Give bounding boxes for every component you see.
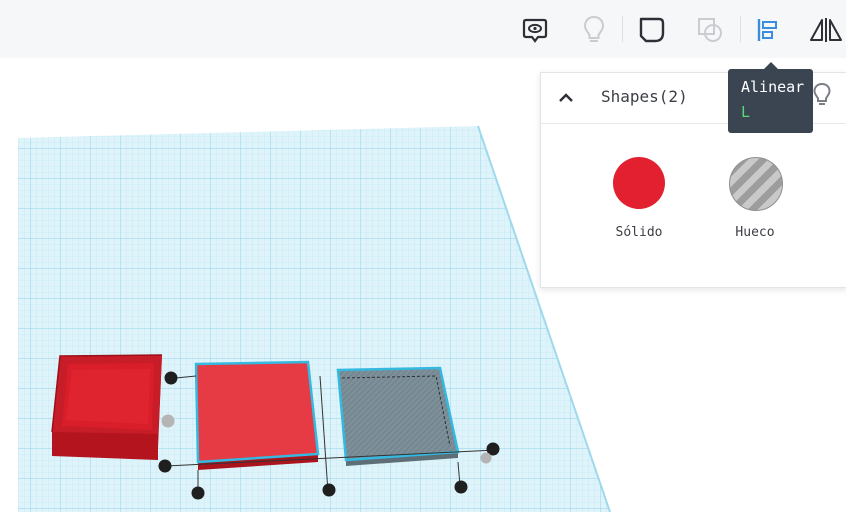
solid-swatch[interactable] — [613, 157, 665, 209]
mirror-icon — [810, 18, 842, 42]
align-tooltip: Alinear L — [728, 62, 813, 133]
panel-title: Shapes(2) — [601, 87, 688, 106]
resize-handle — [480, 452, 492, 464]
lightbulb-icon[interactable] — [811, 81, 833, 109]
group-button[interactable] — [632, 10, 672, 50]
align-button[interactable] — [748, 10, 788, 50]
ungroup-button[interactable] — [690, 10, 730, 50]
solid-box-shape[interactable] — [194, 360, 320, 470]
tooltip-shortcut: L — [741, 103, 751, 121]
resize-handle — [191, 486, 205, 500]
top-toolbar — [0, 0, 846, 59]
mirror-button[interactable] — [806, 10, 846, 50]
note-button[interactable] — [515, 10, 555, 50]
toolbar-divider — [740, 16, 741, 42]
hole-box-shape[interactable] — [336, 366, 460, 466]
solid-label: Sólido — [615, 225, 663, 240]
hole-swatch[interactable] — [729, 157, 783, 211]
chevron-up-icon[interactable] — [555, 87, 577, 109]
lightbulb-icon — [583, 15, 605, 42]
ungroup-icon — [698, 18, 722, 42]
resize-handle — [454, 480, 468, 494]
resize-handle — [164, 371, 178, 385]
resize-handle — [322, 483, 336, 497]
align-icon — [757, 19, 777, 41]
tooltip-label: Alinear — [741, 78, 805, 96]
light-button[interactable] — [574, 10, 614, 50]
resize-handle — [161, 414, 175, 428]
resize-handle — [158, 459, 172, 473]
toolbar-divider — [622, 16, 623, 42]
open-box-shape[interactable] — [51, 354, 163, 460]
group-icon — [639, 17, 665, 43]
note-icon — [522, 18, 548, 43]
hole-label: Hueco — [735, 225, 775, 240]
